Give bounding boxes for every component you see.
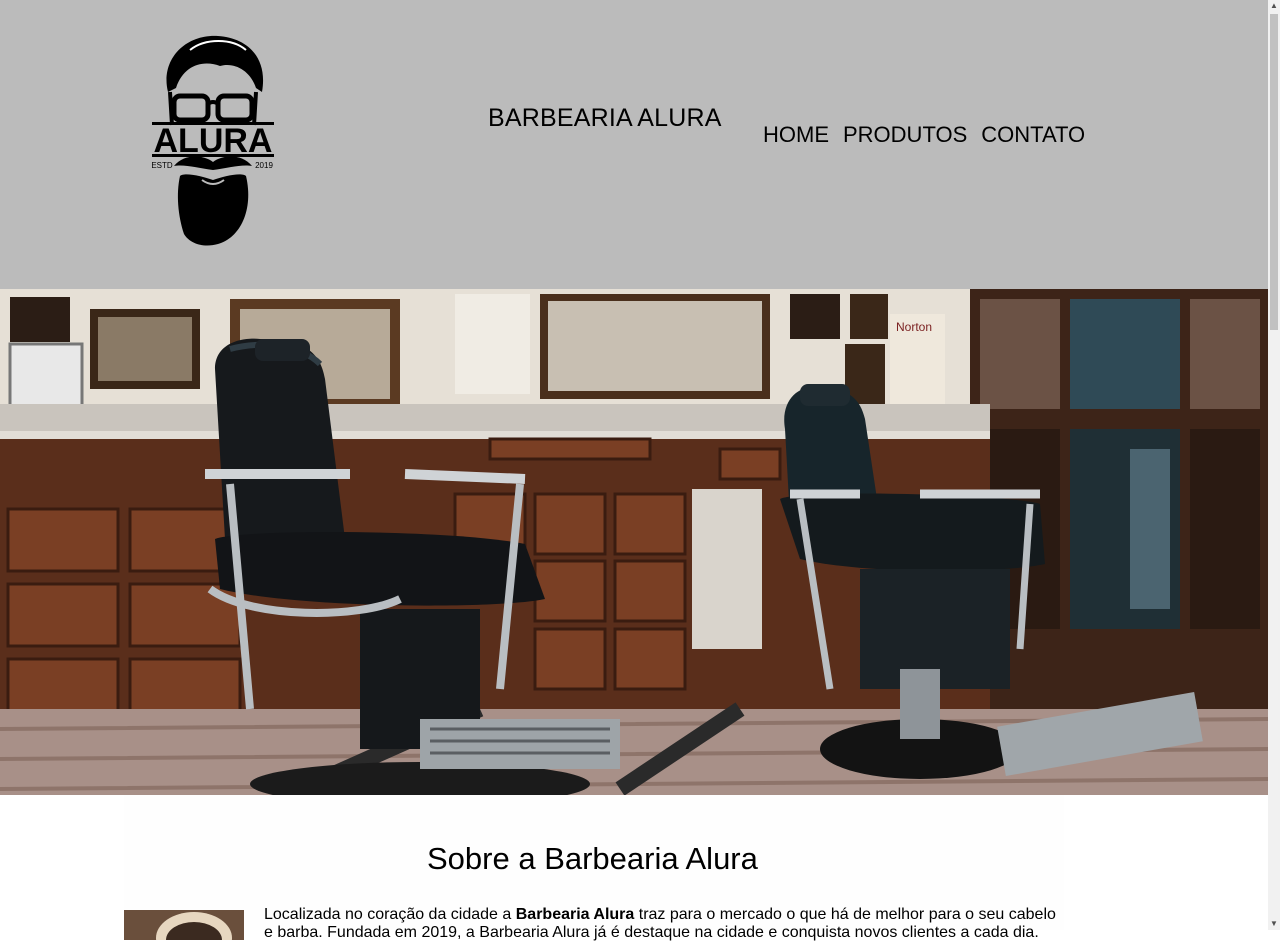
barbershop-photo: Norton — [0, 289, 1268, 795]
site-header: ALURA ESTD 2019 BARBEARIA ALURA HOME PRO… — [0, 0, 1268, 289]
main-nav: HOME PRODUTOS CONTATO — [763, 122, 1085, 148]
about-text-before: Localizada no coração da cidade a — [264, 906, 516, 923]
about-section: Sobre a Barbearia Alura Localizada no co… — [124, 795, 1064, 941]
nav-home[interactable]: HOME — [763, 122, 829, 148]
scroll-up-icon[interactable]: ▲ — [1268, 0, 1280, 12]
scroll-down-icon[interactable]: ▼ — [1268, 918, 1280, 930]
page-scrollbar[interactable]: ▲ ▼ — [1268, 0, 1280, 930]
about-title: Sobre a Barbearia Alura — [427, 841, 758, 876]
barber-photo — [124, 910, 244, 940]
norton-sign-text: Norton — [896, 320, 932, 334]
hero-barbershop-image: Norton — [0, 289, 1268, 795]
about-brand: Barbearia Alura — [515, 906, 635, 923]
logo[interactable]: ALURA ESTD 2019 — [150, 30, 276, 252]
scrollbar-thumb[interactable] — [1270, 14, 1278, 330]
nav-contato[interactable]: CONTATO — [981, 122, 1085, 148]
logo-estd: ESTD — [151, 161, 173, 170]
site-title: BARBEARIA ALURA — [488, 104, 722, 132]
about-paragraph: Localizada no coração da cidade a Barbea… — [264, 906, 1064, 942]
logo-year: 2019 — [255, 161, 273, 170]
nav-produtos[interactable]: PRODUTOS — [843, 122, 967, 148]
